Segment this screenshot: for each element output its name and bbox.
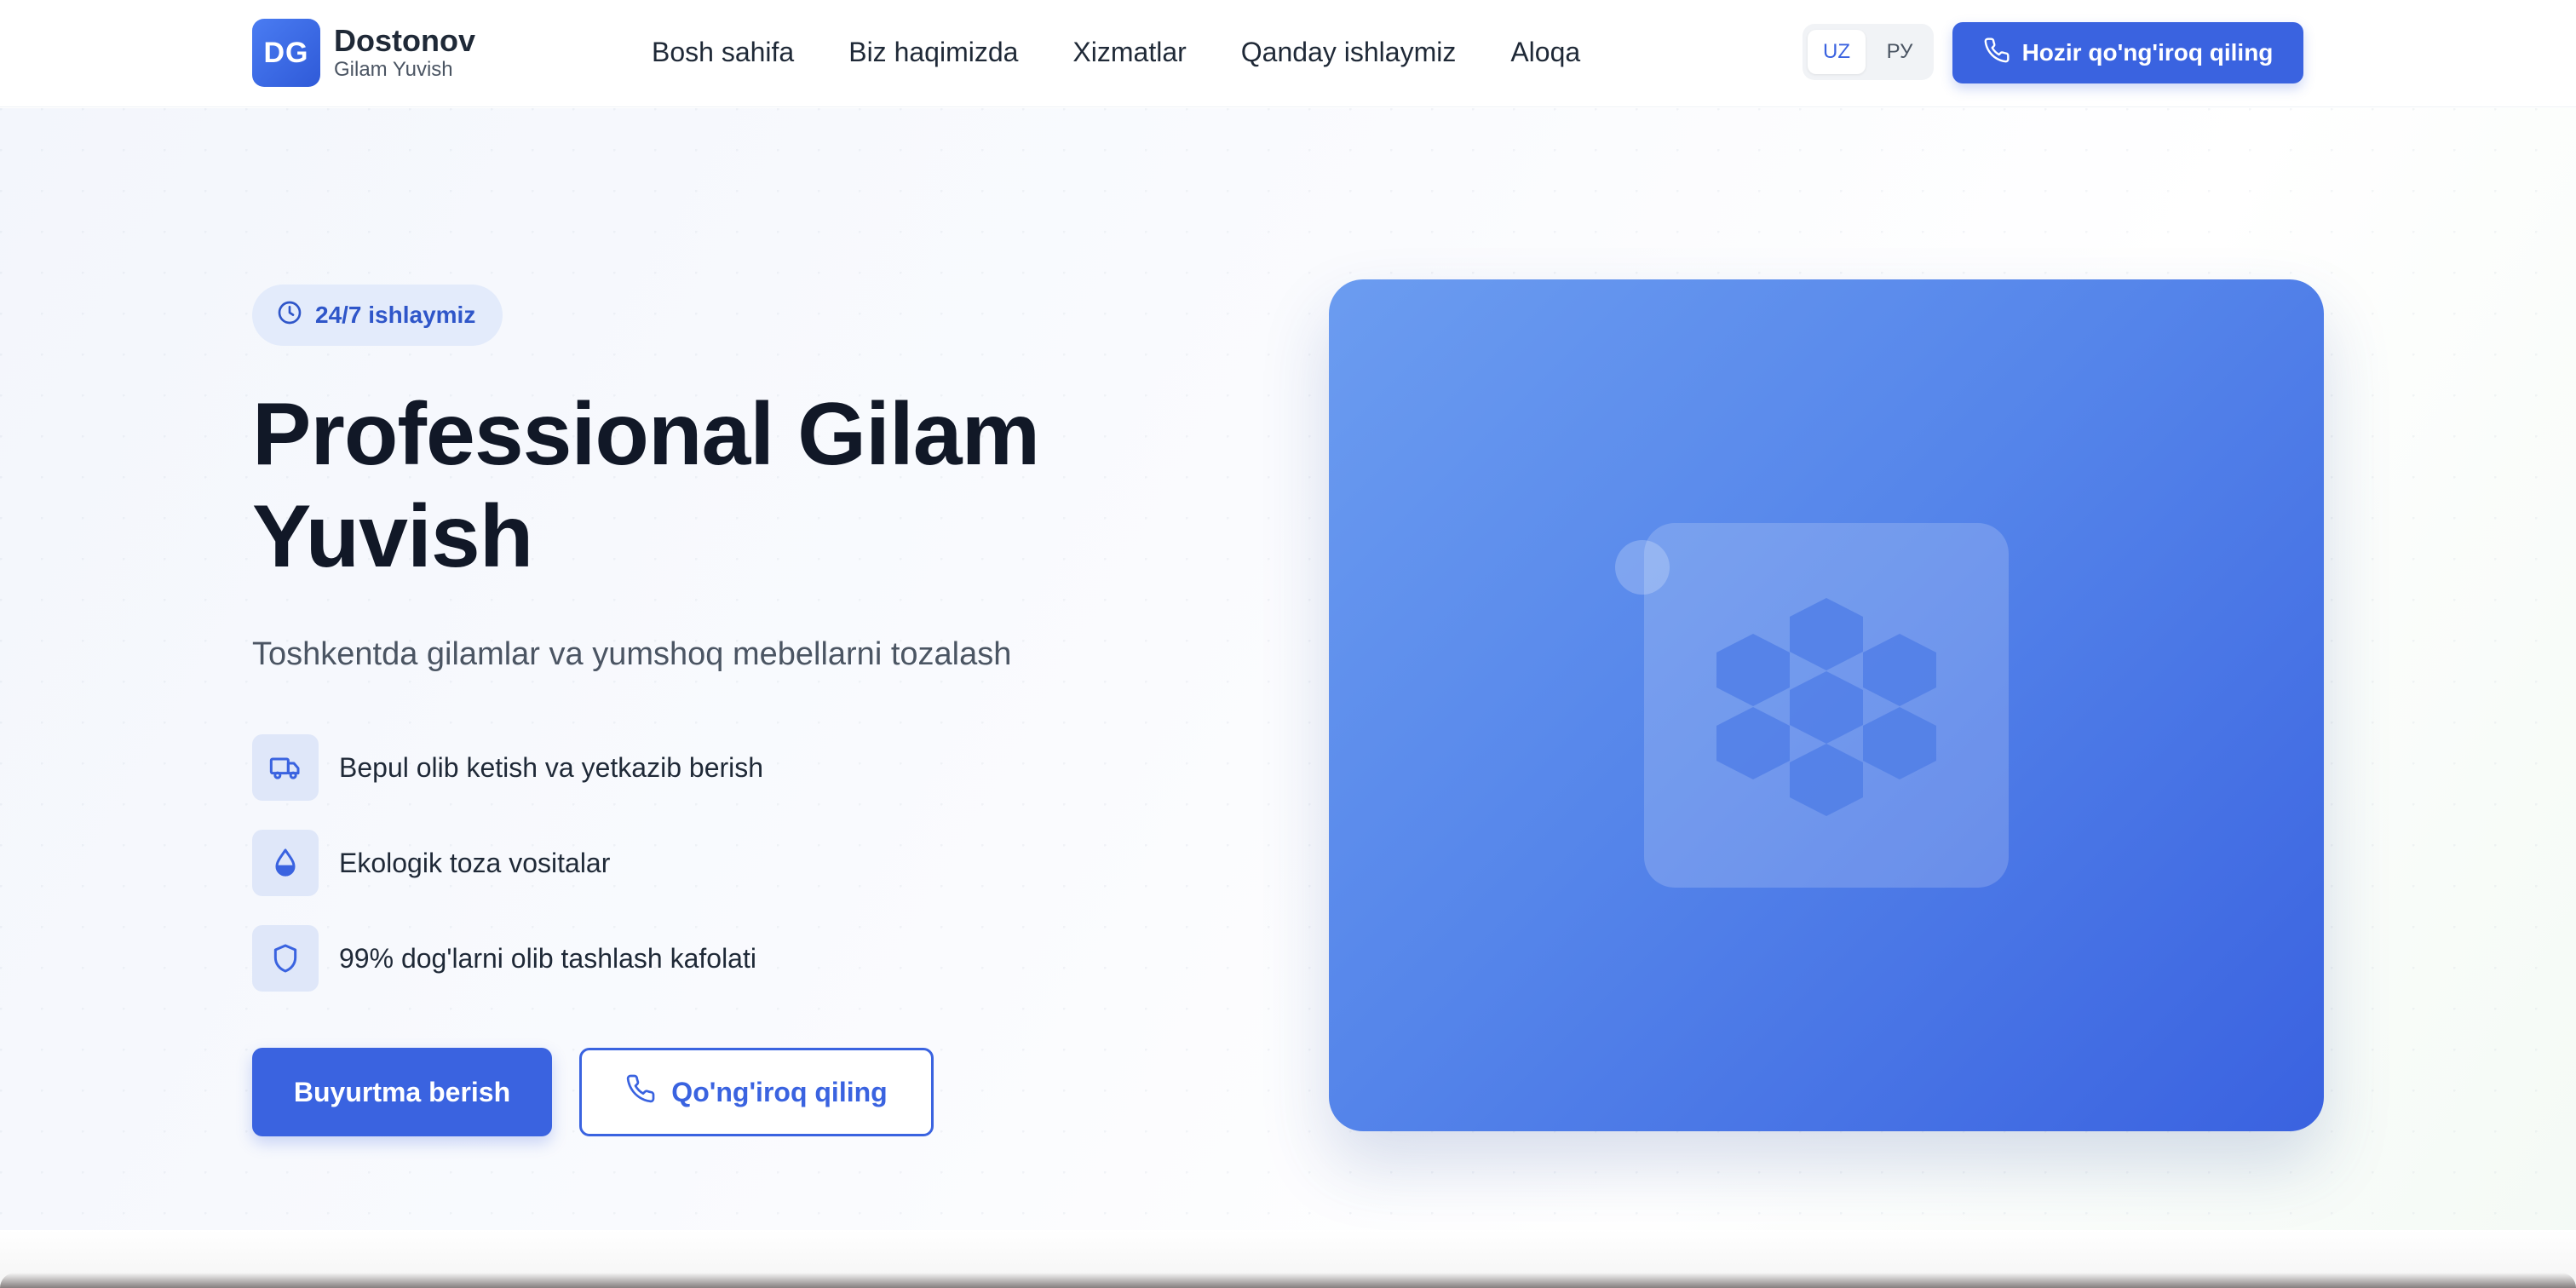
hero-title: Professional Gilam Yuvish <box>252 385 1040 586</box>
feature-item: Bepul olib ketish va yetkazib berish <box>252 734 763 801</box>
logo-text: Dostonov Gilam Yuvish <box>334 24 475 82</box>
nav-about[interactable]: Biz haqimizda <box>848 32 1018 72</box>
call-now-button[interactable]: Hozir qo'ng'iroq qiling <box>1952 22 2303 83</box>
feature-text: Ekologik toza vositalar <box>339 847 611 878</box>
main-nav: Bosh sahifa Biz haqimizda Xizmatlar Qand… <box>652 32 1580 72</box>
phone-icon <box>625 1073 656 1111</box>
order-button[interactable]: Buyurtma berish <box>252 1048 552 1136</box>
call-button[interactable]: Qo'ng'iroq qiling <box>579 1048 934 1136</box>
honeycomb-icon <box>1716 598 1936 816</box>
availability-badge-label: 24/7 ishlaymiz <box>315 302 476 328</box>
droplet-icon <box>252 830 319 896</box>
nav-home[interactable]: Bosh sahifa <box>652 32 794 72</box>
hero-illustration <box>1329 279 2324 1131</box>
hero-subtitle: Toshkentda gilamlar va yumshoq mebellarn… <box>252 636 1012 672</box>
clock-icon <box>276 299 303 332</box>
site-header: DG Dostonov Gilam Yuvish Bosh sahifa Biz… <box>0 0 2576 107</box>
lang-ru-button[interactable]: РУ <box>1871 30 1929 74</box>
feature-item: 99% dog'larni olib tashlash kafolati <box>252 925 763 992</box>
call-now-label: Hozir qo'ng'iroq qiling <box>2021 39 2274 66</box>
nav-services[interactable]: Xizmatlar <box>1072 32 1186 72</box>
phone-icon <box>1983 37 2010 70</box>
logo-subtitle: Gilam Yuvish <box>334 58 453 81</box>
lang-uz-button[interactable]: UZ <box>1808 30 1866 74</box>
feature-item: Ekologik toza vositalar <box>252 830 763 896</box>
logo-name: Dostonov <box>334 23 475 58</box>
availability-badge: 24/7 ishlaymiz <box>252 285 503 346</box>
logo[interactable]: DG Dostonov Gilam Yuvish <box>252 19 475 87</box>
feature-list: Bepul olib ketish va yetkazib berish Eko… <box>252 734 763 992</box>
section-divider <box>0 1230 2576 1288</box>
call-button-label: Qo'ng'iroq qiling <box>671 1076 888 1107</box>
feature-text: 99% dog'larni olib tashlash kafolati <box>339 942 756 974</box>
logo-badge: DG <box>252 19 320 87</box>
shield-icon <box>252 925 319 992</box>
nav-how-we-work[interactable]: Qanday ishlaymiz <box>1241 32 1457 72</box>
language-switcher: UZ РУ <box>1803 24 1934 80</box>
feature-text: Bepul olib ketish va yetkazib berish <box>339 751 764 783</box>
truck-icon <box>252 734 319 801</box>
nav-contact[interactable]: Aloqa <box>1510 32 1580 72</box>
illustration-dot <box>1615 540 1670 595</box>
